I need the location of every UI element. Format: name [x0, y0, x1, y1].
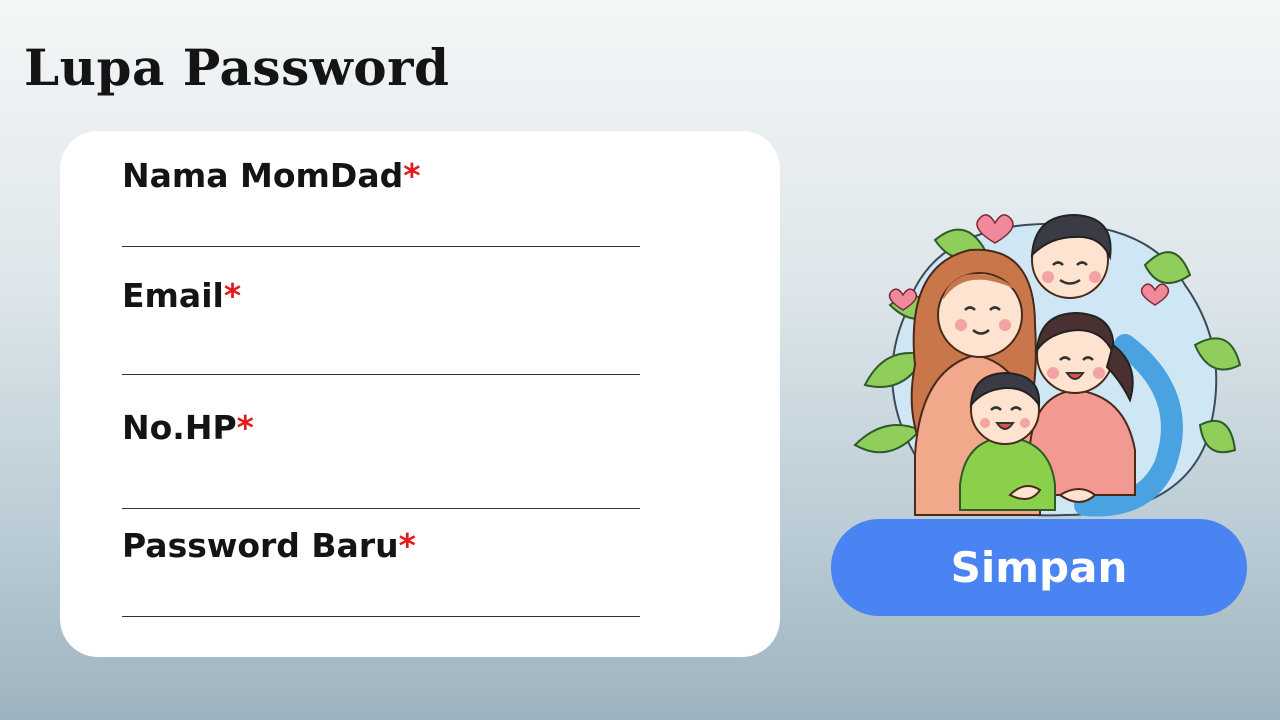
field-password-baru: Password Baru* [122, 526, 640, 617]
required-asterisk: * [403, 156, 421, 195]
no-hp-label: No.HP [122, 408, 237, 447]
field-no-hp: No.HP* [122, 408, 640, 509]
field-nama-momdad: Nama MomDad* [122, 156, 640, 247]
password-baru-input[interactable] [122, 577, 640, 617]
nama-momdad-label: Nama MomDad [122, 156, 404, 195]
family-illustration [853, 213, 1242, 517]
password-baru-label: Password Baru [122, 526, 399, 565]
save-button[interactable]: Simpan [831, 519, 1247, 616]
page-title: Lupa Password [24, 38, 450, 97]
forgot-password-form: Nama MomDad* Email* No.HP* Password Baru… [60, 131, 780, 657]
email-label: Email [122, 276, 224, 315]
field-email: Email* [122, 276, 640, 375]
required-asterisk: * [223, 276, 242, 315]
required-asterisk: * [236, 408, 254, 447]
no-hp-input[interactable] [122, 469, 640, 509]
email-input[interactable] [122, 335, 640, 375]
required-asterisk: * [398, 526, 416, 565]
nama-momdad-input[interactable] [122, 207, 640, 247]
